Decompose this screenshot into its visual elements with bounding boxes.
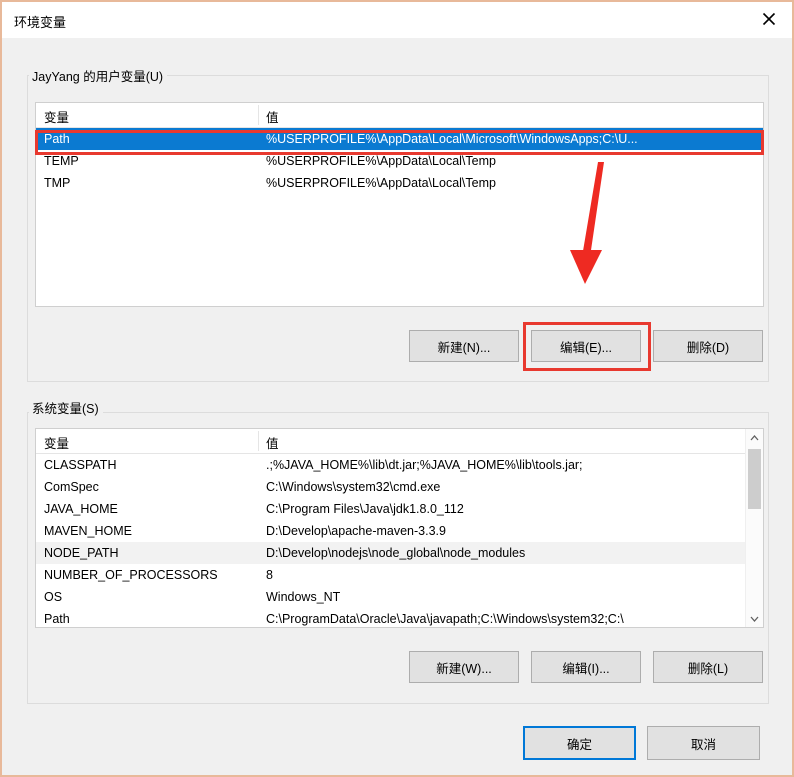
system-var-value: D:\Develop\nodejs\node_global\node_modul…	[266, 546, 526, 560]
system-var-name: NODE_PATH	[44, 546, 119, 560]
table-row[interactable]: CLASSPATH .;%JAVA_HOME%\lib\dt.jar;%JAVA…	[36, 454, 763, 476]
table-row[interactable]: OS Windows_NT	[36, 586, 763, 608]
user-list-header: 变量 值	[36, 103, 763, 128]
system-variables-legend: 系统变量(S)	[29, 398, 103, 417]
table-row[interactable]: NUMBER_OF_PROCESSORS 8	[36, 564, 763, 586]
system-list-header: 变量 值	[36, 429, 763, 454]
user-col-value[interactable]: 值	[266, 107, 279, 126]
ok-button[interactable]: 确定	[523, 726, 636, 760]
system-var-value: 8	[266, 568, 273, 582]
system-var-name: CLASSPATH	[44, 458, 117, 472]
system-list-scrollbar[interactable]	[745, 429, 763, 627]
system-var-value: C:\ProgramData\Oracle\Java\javapath;C:\W…	[266, 612, 624, 626]
scroll-down-icon[interactable]	[746, 610, 763, 627]
cancel-button[interactable]: 取消	[647, 726, 760, 760]
system-col-variable[interactable]: 变量	[44, 433, 69, 452]
scroll-up-icon[interactable]	[746, 429, 763, 446]
system-var-name: JAVA_HOME	[44, 502, 118, 516]
table-row[interactable]: JAVA_HOME C:\Program Files\Java\jdk1.8.0…	[36, 498, 763, 520]
system-variables-list[interactable]: 变量 值 CLASSPATH .;%JAVA_HOME%\lib\dt.jar;…	[35, 428, 764, 628]
system-var-value: D:\Develop\apache-maven-3.3.9	[266, 524, 446, 538]
system-delete-button[interactable]: 删除(L)	[653, 651, 763, 683]
user-var-value: %USERPROFILE%\AppData\Local\Microsoft\Wi…	[266, 132, 638, 146]
table-row[interactable]: TMP %USERPROFILE%\AppData\Local\Temp	[36, 172, 763, 194]
system-var-name: MAVEN_HOME	[44, 524, 132, 538]
environment-variables-dialog: 环境变量 JayYang 的用户变量(U) 变量 值 Path %USERPRO…	[0, 0, 794, 777]
user-list-rows: Path %USERPROFILE%\AppData\Local\Microso…	[36, 128, 763, 194]
user-var-name: Path	[44, 132, 70, 146]
scrollbar-thumb[interactable]	[748, 449, 761, 509]
system-var-name: NUMBER_OF_PROCESSORS	[44, 568, 218, 582]
table-row[interactable]: NODE_PATH D:\Develop\nodejs\node_global\…	[36, 542, 763, 564]
system-col-value[interactable]: 值	[266, 433, 279, 452]
user-col-separator	[258, 105, 259, 125]
table-row[interactable]: MAVEN_HOME D:\Develop\apache-maven-3.3.9	[36, 520, 763, 542]
system-edit-button[interactable]: 编辑(I)...	[531, 651, 641, 683]
user-var-value: %USERPROFILE%\AppData\Local\Temp	[266, 176, 496, 190]
system-col-separator	[258, 431, 259, 451]
user-var-value: %USERPROFILE%\AppData\Local\Temp	[266, 154, 496, 168]
user-new-button[interactable]: 新建(N)...	[409, 330, 519, 362]
system-var-value: .;%JAVA_HOME%\lib\dt.jar;%JAVA_HOME%\lib…	[266, 458, 583, 472]
table-row[interactable]: ComSpec C:\Windows\system32\cmd.exe	[36, 476, 763, 498]
table-row[interactable]: Path C:\ProgramData\Oracle\Java\javapath…	[36, 608, 763, 627]
user-var-name: TEMP	[44, 154, 79, 168]
system-var-name: Path	[44, 612, 70, 626]
system-var-value: Windows_NT	[266, 590, 341, 604]
user-col-variable[interactable]: 变量	[44, 107, 69, 126]
system-var-name: ComSpec	[44, 480, 99, 494]
user-var-name: TMP	[44, 176, 71, 190]
user-delete-button[interactable]: 删除(D)	[653, 330, 763, 362]
window-title: 环境变量	[14, 15, 67, 30]
system-list-rows: CLASSPATH .;%JAVA_HOME%\lib\dt.jar;%JAVA…	[36, 454, 763, 627]
title-bar: 环境变量	[2, 2, 792, 39]
system-var-name: OS	[44, 590, 63, 604]
table-row[interactable]: Path %USERPROFILE%\AppData\Local\Microso…	[36, 128, 763, 150]
user-variables-list[interactable]: 变量 值 Path %USERPROFILE%\AppData\Local\Mi…	[35, 102, 764, 307]
system-var-value: C:\Windows\system32\cmd.exe	[266, 480, 441, 494]
table-row[interactable]: TEMP %USERPROFILE%\AppData\Local\Temp	[36, 150, 763, 172]
close-icon[interactable]	[746, 2, 792, 36]
user-variables-legend: JayYang 的用户变量(U)	[29, 66, 168, 85]
system-new-button[interactable]: 新建(W)...	[409, 651, 519, 683]
user-edit-button[interactable]: 编辑(E)...	[531, 330, 641, 362]
system-var-value: C:\Program Files\Java\jdk1.8.0_112	[266, 502, 464, 516]
